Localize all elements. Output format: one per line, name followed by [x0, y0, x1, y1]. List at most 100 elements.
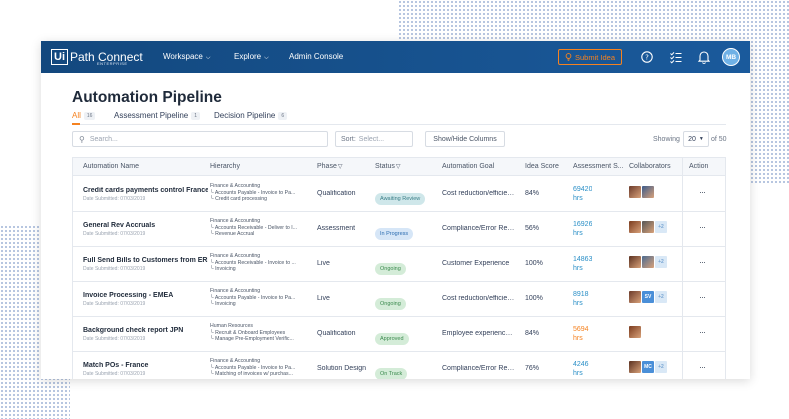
table-row[interactable]: General Rev Accruals Date Submitted: 07/0… [73, 212, 725, 247]
help-icon[interactable]: ? [640, 49, 654, 65]
status-badge: Ongoing [375, 263, 406, 275]
automation-name-cell: Match POs - France Date Submitted: 07/03/… [83, 362, 208, 377]
top-navbar: Ui Path Connect ENTERPRISE Workspace ⌵ Ex… [41, 41, 750, 73]
filter-icon[interactable]: ▽ [338, 164, 343, 170]
date-submitted: Date Submitted: 07/03/2019 [83, 266, 146, 272]
search-input[interactable]: ⚲ Search... [72, 131, 328, 147]
tab-count: 16 [83, 111, 96, 120]
status-cell: Approved [375, 327, 409, 345]
assessment-value: 4246 [573, 361, 589, 368]
automation-name[interactable]: Invoice Processing - EMEA [83, 292, 208, 300]
nav-workspace[interactable]: Workspace ⌵ [163, 52, 210, 62]
automation-name-cell: Invoice Processing - EMEA Date Submitted:… [83, 292, 208, 307]
more-actions-icon[interactable]: ··· [699, 362, 705, 372]
more-collaborators-badge[interactable]: +2 [655, 291, 667, 303]
automation-name[interactable]: Full Send Bills to Customers from ERP [83, 257, 208, 265]
assessment-unit: hrs [573, 370, 583, 377]
collaborator-avatar[interactable] [629, 221, 641, 233]
more-actions-icon[interactable]: ··· [699, 292, 705, 302]
more-actions-icon[interactable]: ··· [699, 222, 705, 232]
show-hide-columns-button[interactable]: Show/Hide Columns [425, 131, 505, 147]
page-size-select[interactable]: 20 ▼ [683, 131, 709, 147]
collaborator-avatar[interactable] [629, 256, 641, 268]
collaborator-avatar[interactable] [629, 291, 641, 303]
header-assessment-score[interactable]: Assessment S... [573, 163, 624, 170]
status-cell: Awaiting Review [375, 187, 426, 205]
chevron-down-icon: ⌵ [205, 55, 211, 61]
collaborator-avatar[interactable]: MC [642, 361, 654, 373]
date-submitted: Date Submitted: 07/03/2019 [83, 371, 146, 377]
automation-name[interactable]: Background check report JPN [83, 327, 208, 335]
table-row[interactable]: Full Send Bills to Customers from ERP Dat… [73, 247, 725, 282]
bell-icon[interactable] [697, 49, 711, 65]
sort-placeholder: Select... [358, 135, 385, 143]
more-collaborators-badge[interactable]: +2 [655, 221, 667, 233]
assessment-unit: hrs [573, 300, 583, 307]
automation-goal-cell: Cost reduction/efficiency [442, 190, 516, 197]
collaborator-avatar[interactable] [642, 186, 654, 198]
automation-goal-cell: Customer Experience [442, 260, 510, 267]
automation-name[interactable]: Match POs - France [83, 362, 208, 370]
table-row[interactable]: Match POs - France Date Submitted: 07/03/… [73, 352, 725, 379]
header-phase[interactable]: Phase▽ [317, 163, 342, 170]
hierarchy-cell: Finance & Accounting └ Accounts Payable -… [210, 288, 308, 308]
assessment-value: 69420 [573, 186, 593, 193]
collaborator-avatar[interactable] [629, 186, 641, 198]
collaborator-avatar[interactable] [642, 256, 654, 268]
more-collaborators-badge[interactable]: +2 [655, 256, 667, 268]
table-row[interactable]: Background check report JPN Date Submitte… [73, 317, 725, 352]
hierarchy-cell: Finance & Accounting └ Accounts Payable -… [210, 183, 308, 203]
filter-icon[interactable]: ▽ [396, 164, 401, 170]
automation-name[interactable]: Credit cards payments control France [83, 187, 208, 195]
hierarchy-level: └ Invoicing [210, 301, 236, 308]
collaborator-avatar[interactable] [629, 361, 641, 373]
status-cell: On Track [375, 362, 408, 379]
tab-all[interactable]: All 16 [72, 111, 96, 120]
phase-cell: Assessment [317, 225, 356, 232]
assessment-score-cell: 14863 hrs [573, 255, 592, 273]
more-actions-icon[interactable]: ··· [699, 327, 705, 337]
header-hierarchy[interactable]: Hierarchy [210, 163, 240, 170]
phase-cell: Live [317, 295, 330, 302]
submit-idea-button[interactable]: Submit Idea [558, 49, 622, 65]
collaborators-cell: SV +2 [629, 291, 668, 303]
hierarchy-level: └ Revenue Accrual [210, 231, 255, 238]
automation-name[interactable]: General Rev Accruals [83, 222, 208, 230]
automation-name-cell: Full Send Bills to Customers from ERP Dat… [83, 257, 208, 272]
nav-explore[interactable]: Explore ⌵ [234, 52, 269, 62]
header-collaborators[interactable]: Collaborators [629, 163, 671, 170]
chevron-down-icon: ⌵ [264, 55, 269, 61]
header-automation-name[interactable]: Automation Name [83, 163, 139, 170]
hierarchy-cell: Human Resources └ Recruit & Onboard Emplo… [210, 323, 308, 343]
collaborator-avatar[interactable] [629, 326, 641, 338]
assessment-unit: hrs [573, 230, 583, 237]
collaborators-cell [629, 186, 655, 198]
assessment-unit: hrs [573, 265, 583, 272]
header-idea-score[interactable]: Idea Score [525, 163, 559, 170]
nav-label: Explore [234, 52, 262, 61]
table-row[interactable]: Credit cards payments control France Date… [73, 177, 725, 212]
nav-admin-console[interactable]: Admin Console [289, 52, 343, 61]
collaborator-avatar[interactable] [642, 221, 654, 233]
header-label: Status [375, 163, 395, 170]
hierarchy-level: └ Credit card processing [210, 196, 268, 203]
user-avatar[interactable]: MB [722, 48, 740, 66]
assessment-unit: hrs [573, 195, 583, 202]
collaborators-cell: +2 [629, 256, 668, 268]
collaborator-avatar[interactable]: SV [642, 291, 654, 303]
more-collaborators-badge[interactable]: +2 [655, 361, 667, 373]
sort-select[interactable]: Sort: Select... [335, 131, 413, 147]
table-row[interactable]: Invoice Processing - EMEA Date Submitted:… [73, 282, 725, 317]
page-size-value: 20 [688, 135, 696, 143]
tab-decision-pipeline[interactable]: Decision Pipeline 6 [214, 111, 288, 120]
tab-assessment-pipeline[interactable]: Assessment Pipeline 1 [114, 111, 201, 120]
idea-score-cell: 100% [525, 295, 543, 302]
header-status[interactable]: Status▽ [375, 163, 400, 170]
idea-score-cell: 76% [525, 365, 540, 372]
more-actions-icon[interactable]: ··· [699, 257, 705, 267]
more-actions-icon[interactable]: ··· [699, 187, 705, 197]
header-automation-goal[interactable]: Automation Goal [442, 163, 494, 170]
tab-label: Assessment Pipeline [114, 111, 189, 120]
tasks-icon[interactable] [669, 49, 683, 65]
status-badge: On Track [375, 368, 408, 379]
